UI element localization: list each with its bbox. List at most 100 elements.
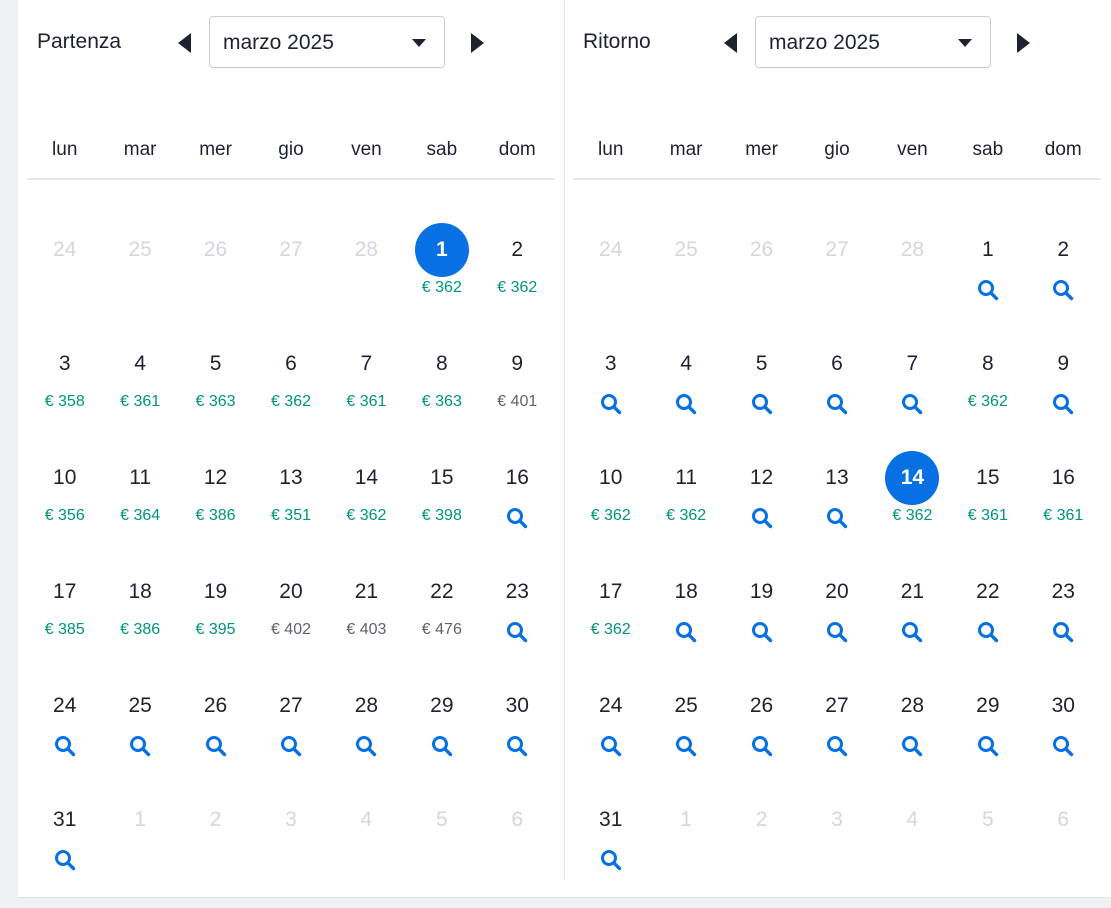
day-number: 2 [511, 238, 524, 261]
calendar-day[interactable]: 29 [404, 649, 479, 763]
calendar-day[interactable]: 18 € 386 [102, 535, 177, 649]
outside-month-day: 4 [875, 763, 950, 877]
calendar-day[interactable]: 24 [27, 649, 102, 763]
outside-month-day: 3 [253, 763, 328, 877]
calendar-day[interactable]: 26 [178, 649, 253, 763]
calendar-day[interactable]: 23 [1026, 535, 1101, 649]
calendar-day[interactable]: 1 [950, 193, 1025, 307]
day-number: 4 [134, 352, 146, 375]
calendar-day[interactable]: 28 [875, 649, 950, 763]
day-number: 24 [53, 694, 77, 717]
calendar-day[interactable]: 15 € 398 [404, 421, 479, 535]
day-number: 23 [505, 580, 529, 603]
caret-left-icon [177, 33, 191, 53]
calendar-day[interactable]: 25 [102, 649, 177, 763]
calendar-day[interactable]: 3 € 358 [27, 307, 102, 421]
calendar-day[interactable]: 23 [480, 535, 555, 649]
departure-prev-month-button[interactable] [172, 28, 196, 58]
calendar-day[interactable]: 24 [573, 649, 648, 763]
calendar-day[interactable]: 22 [950, 535, 1025, 649]
calendar-day[interactable]: 13 [799, 421, 874, 535]
day-number: 29 [430, 694, 454, 717]
weekday-label: sab [426, 139, 458, 160]
day-number: 18 [128, 580, 152, 603]
return-next-month-button[interactable] [1011, 28, 1035, 58]
calendar-day[interactable]: 31 [573, 763, 648, 877]
calendar-day[interactable]: 17 € 385 [27, 535, 102, 649]
caret-right-icon [470, 33, 484, 53]
calendar-day[interactable]: 27 [253, 649, 328, 763]
calendar-day[interactable]: 31 [27, 763, 102, 877]
calendar-day[interactable]: 22 € 476 [404, 535, 479, 649]
day-price: € 362 [270, 393, 311, 410]
calendar-day[interactable]: 2 [1026, 193, 1101, 307]
calendar-day[interactable]: 14 € 362 [329, 421, 404, 535]
day-number: 5 [435, 808, 448, 831]
calendar-day[interactable]: 8 € 363 [404, 307, 479, 421]
calendar-day[interactable]: 4 € 361 [102, 307, 177, 421]
calendar-day[interactable]: 11 € 362 [648, 421, 723, 535]
calendar-day[interactable]: 5 [724, 307, 799, 421]
calendar-day[interactable]: 20 € 402 [253, 535, 328, 649]
calendar-day[interactable]: 28 [329, 649, 404, 763]
calendar-day[interactable]: 17 € 362 [573, 535, 648, 649]
day-number: 2 [209, 808, 222, 831]
calendar-day[interactable]: 16 [480, 421, 555, 535]
calendar-day[interactable]: 13 € 351 [253, 421, 328, 535]
calendar-day[interactable]: 27 [799, 649, 874, 763]
calendar-day[interactable]: 25 [648, 649, 723, 763]
calendar-day[interactable]: 21 € 403 [329, 535, 404, 649]
departure-next-month-button[interactable] [465, 28, 489, 58]
day-number: 26 [203, 238, 228, 261]
calendar-day[interactable]: 30 [1026, 649, 1101, 763]
calendar-day[interactable]: 7 € 361 [329, 307, 404, 421]
calendar-day[interactable]: 12 € 386 [178, 421, 253, 535]
day-number: 25 [128, 238, 152, 261]
day-number: 20 [825, 580, 849, 603]
day-number: 5 [981, 808, 994, 831]
calendar-day[interactable]: 26 [724, 649, 799, 763]
day-number: 28 [900, 238, 925, 261]
day-number: 23 [1051, 580, 1075, 603]
selected-day[interactable]: 14 € 362 [875, 421, 950, 535]
day-number: 15 [430, 466, 454, 489]
calendar-day[interactable]: 6 [799, 307, 874, 421]
calendar-day[interactable]: 20 [799, 535, 874, 649]
weekday-label: lun [598, 139, 624, 160]
calendar-day[interactable]: 18 [648, 535, 723, 649]
calendar-day[interactable]: 21 [875, 535, 950, 649]
calendar-day[interactable]: 19 € 395 [178, 535, 253, 649]
outside-month-day: 28 [329, 193, 404, 307]
calendar-day[interactable]: 8 € 362 [950, 307, 1025, 421]
day-number: 26 [749, 694, 774, 717]
return-month-select[interactable]: marzo 2025 [755, 16, 991, 68]
day-price: € 361 [120, 393, 161, 410]
calendar-day[interactable]: 3 [573, 307, 648, 421]
day-number: 16 [505, 466, 529, 489]
day-number: 30 [505, 694, 529, 717]
return-label: Ritorno [583, 30, 651, 53]
calendar-day[interactable]: 30 [480, 649, 555, 763]
calendar-day[interactable]: 9 [1026, 307, 1101, 421]
calendar-day[interactable]: 4 [648, 307, 723, 421]
day-price: € 362 [421, 279, 462, 296]
calendar-day[interactable]: 10 € 362 [573, 421, 648, 535]
return-day-grid: 24 25 26 27 28 1 2 3 4 5 6 7 8 € 362 9 10 € 362 11 € 362 12… [573, 193, 1101, 877]
calendar-day[interactable]: 10 € 356 [27, 421, 102, 535]
calendar-day[interactable]: 5 € 363 [178, 307, 253, 421]
calendar-day[interactable]: 16 € 361 [1026, 421, 1101, 535]
return-prev-month-button[interactable] [718, 28, 742, 58]
calendar-day[interactable]: 6 € 362 [253, 307, 328, 421]
calendar-day[interactable]: 12 [724, 421, 799, 535]
search-icon [675, 735, 697, 757]
calendar-day[interactable]: 11 € 364 [102, 421, 177, 535]
calendar-day[interactable]: 7 [875, 307, 950, 421]
calendar-day[interactable]: 19 [724, 535, 799, 649]
calendar-day[interactable]: 2 € 362 [480, 193, 555, 307]
calendar-day[interactable]: 9 € 401 [480, 307, 555, 421]
calendar-day[interactable]: 15 € 361 [950, 421, 1025, 535]
calendar-day[interactable]: 29 [950, 649, 1025, 763]
selected-day[interactable]: 1 € 362 [404, 193, 479, 307]
departure-month-select[interactable]: marzo 2025 [209, 16, 445, 68]
search-icon [751, 621, 773, 643]
